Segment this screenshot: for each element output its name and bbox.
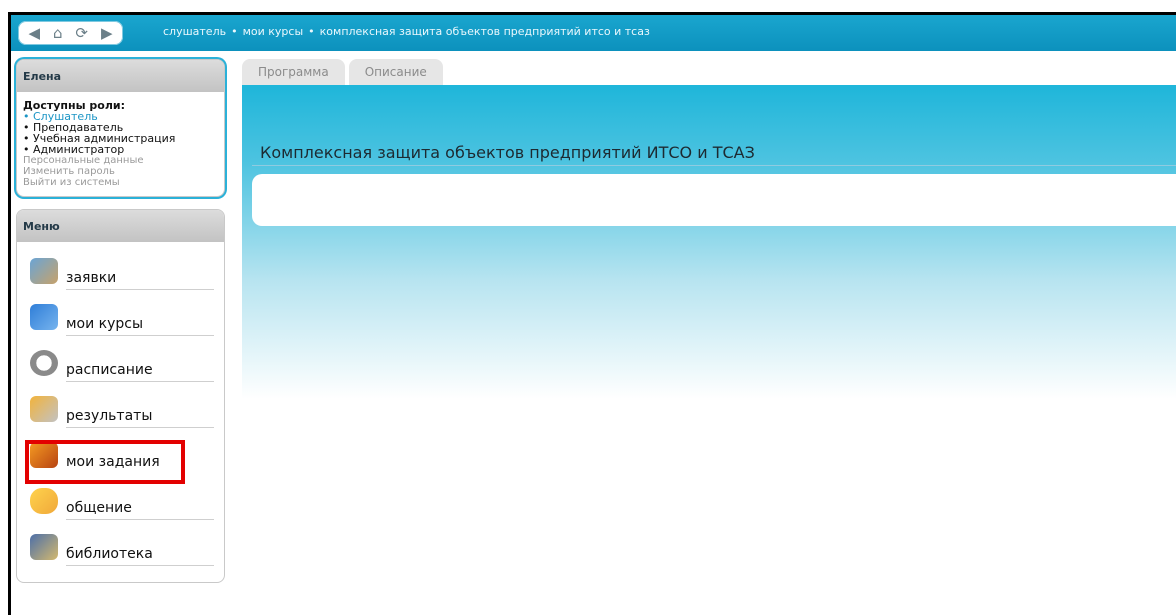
menu-item-requests[interactable]: заявки — [17, 256, 224, 302]
page-title: Комплексная защита объектов предприятий … — [260, 143, 755, 162]
tab-description[interactable]: Описание — [348, 59, 443, 85]
refresh-icon[interactable]: ⟳ — [75, 25, 88, 41]
highlight-box — [25, 440, 185, 484]
breadcrumb-item[interactable]: комплексная защита объектов предприятий … — [320, 25, 650, 38]
menu-item-communication[interactable]: общение — [17, 486, 224, 532]
home-icon[interactable]: ⌂ — [53, 25, 63, 41]
clock-icon — [30, 350, 58, 376]
menu-panel: Меню заявки мои курсы расписание результ… — [16, 209, 225, 583]
requests-icon — [30, 258, 58, 284]
books-icon — [30, 304, 58, 330]
user-name: Елена — [17, 60, 224, 92]
menu-title: Меню — [17, 210, 224, 242]
menu-item-library[interactable]: библиотека — [17, 532, 224, 578]
change-password-link[interactable]: Изменить пароль — [23, 166, 218, 177]
menu-list: заявки мои курсы расписание результаты м… — [17, 242, 224, 578]
menu-item-my-tasks[interactable]: мои задания — [17, 440, 224, 486]
breadcrumb: слушатель • мои курсы • комплексная защита о… — [163, 25, 650, 38]
chat-icon — [30, 488, 58, 514]
content-box — [252, 174, 1176, 226]
tab-program[interactable]: Программа — [242, 59, 345, 85]
main-content: Программа Описание Комплексная защита об… — [242, 59, 1176, 399]
menu-item-schedule[interactable]: расписание — [17, 348, 224, 394]
breadcrumb-separator: • — [308, 25, 315, 38]
divider — [252, 165, 1176, 166]
menu-item-results[interactable]: результаты — [17, 394, 224, 440]
breadcrumb-item[interactable]: мои курсы — [243, 25, 304, 38]
tabs: Программа Описание — [242, 59, 447, 85]
nav-controls: ◀ ⌂ ⟳ ▶ — [18, 21, 123, 45]
menu-item-my-courses[interactable]: мои курсы — [17, 302, 224, 348]
personal-data-link[interactable]: Персональные данные — [23, 155, 218, 166]
user-panel: Елена Доступны роли: • Слушатель • Препо… — [16, 59, 225, 197]
role-item-admin[interactable]: • Администратор — [23, 144, 218, 155]
results-icon — [30, 396, 58, 422]
browser-frame: ◀ ⌂ ⟳ ▶ слушатель • мои курсы • комплексная … — [8, 12, 1176, 615]
library-icon — [30, 534, 58, 560]
breadcrumb-separator: • — [231, 25, 238, 38]
breadcrumb-item[interactable]: слушатель — [163, 25, 226, 38]
top-bar: ◀ ⌂ ⟳ ▶ слушатель • мои курсы • комплексная … — [11, 15, 1176, 51]
back-arrow-icon[interactable]: ◀ — [28, 25, 40, 41]
sidebar: Елена Доступны роли: • Слушатель • Препо… — [16, 59, 225, 583]
logout-link[interactable]: Выйти из системы — [23, 177, 218, 188]
forward-arrow-icon[interactable]: ▶ — [101, 25, 113, 41]
